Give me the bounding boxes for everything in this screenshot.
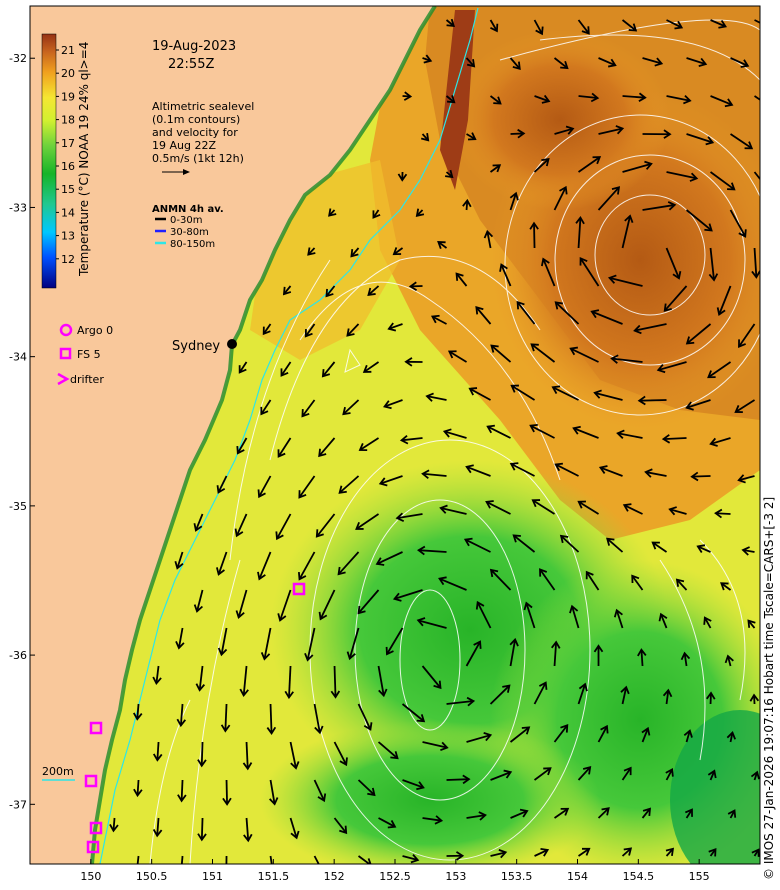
- svg-text:30-80m: 30-80m: [170, 227, 209, 238]
- x-tick-label: 150.5: [136, 870, 168, 883]
- y-tick-label: -36: [9, 649, 27, 662]
- note-line-2: (0.1m contours): [152, 113, 240, 126]
- colorbar-tick-label: 18: [61, 114, 75, 127]
- drifter-legend-label: drifter: [70, 373, 104, 386]
- x-tick-label: 151: [202, 870, 223, 883]
- colorbar-tick-label: 17: [61, 137, 75, 150]
- map-frame: Sydney 200m 19-Aug-2023 22:55Z Altimetri…: [30, 6, 760, 864]
- colorbar-tick-label: 15: [61, 183, 75, 196]
- sydney-marker: [227, 339, 237, 349]
- colorbar-tick-label: 20: [61, 67, 75, 80]
- anmn-title: ANMN 4h av.: [152, 204, 224, 215]
- x-tick-label: 150: [80, 870, 101, 883]
- colorbar-tick-label: 16: [61, 160, 75, 173]
- note-line-4: 19 Aug 22Z: [152, 139, 216, 152]
- y-tick-label: -35: [9, 500, 27, 513]
- colorbar-tick-label: 19: [61, 90, 75, 103]
- y-tick-label: -34: [9, 351, 27, 364]
- x-tick-label: 152: [324, 870, 345, 883]
- colorbar-tick-label: 13: [61, 230, 75, 243]
- credit-text: © IMOS 27-Jan-2026 19:07:16 Hobart time …: [762, 496, 776, 880]
- x-tick-label: 151.5: [258, 870, 290, 883]
- warm-patch: [450, 30, 670, 210]
- time-label: 22:55Z: [168, 57, 214, 72]
- y-tick-label: -33: [9, 201, 27, 214]
- colorbar: [41, 33, 57, 289]
- y-tick-label: -37: [9, 798, 27, 811]
- x-tick-label: 154.5: [623, 870, 655, 883]
- x-tick-label: 153: [445, 870, 466, 883]
- sst-map: Sydney 200m 19-Aug-2023 22:55Z Altimetri…: [9, 5, 761, 883]
- colorbar-tick-label: 21: [61, 44, 75, 57]
- isobath-label: 200m: [42, 765, 74, 778]
- argo-legend-label: Argo 0: [77, 324, 113, 337]
- svg-text:80-150m: 80-150m: [170, 239, 215, 250]
- x-tick-label: 154: [567, 870, 588, 883]
- colorbar-tick-label: 14: [61, 206, 75, 219]
- svg-text:0-30m: 0-30m: [170, 215, 202, 226]
- x-tick-label: 153.5: [501, 870, 533, 883]
- x-tick-label: 152.5: [379, 870, 411, 883]
- sydney-label: Sydney: [172, 339, 220, 354]
- y-tick-label: -32: [9, 52, 27, 65]
- date-label: 19-Aug-2023: [152, 39, 236, 54]
- note-line-5: 0.5m/s (1kt 12h): [152, 152, 244, 165]
- note-line-3: and velocity for: [152, 126, 238, 139]
- x-tick-label: 155: [689, 870, 710, 883]
- colorbar-label: Temperature (°C) NOAA 19 24% ql>=4: [77, 42, 91, 277]
- note-line-1: Altimetric sealevel: [152, 100, 254, 113]
- fs-legend-label: FS 5: [77, 348, 101, 361]
- colorbar-tick-label: 12: [61, 253, 75, 266]
